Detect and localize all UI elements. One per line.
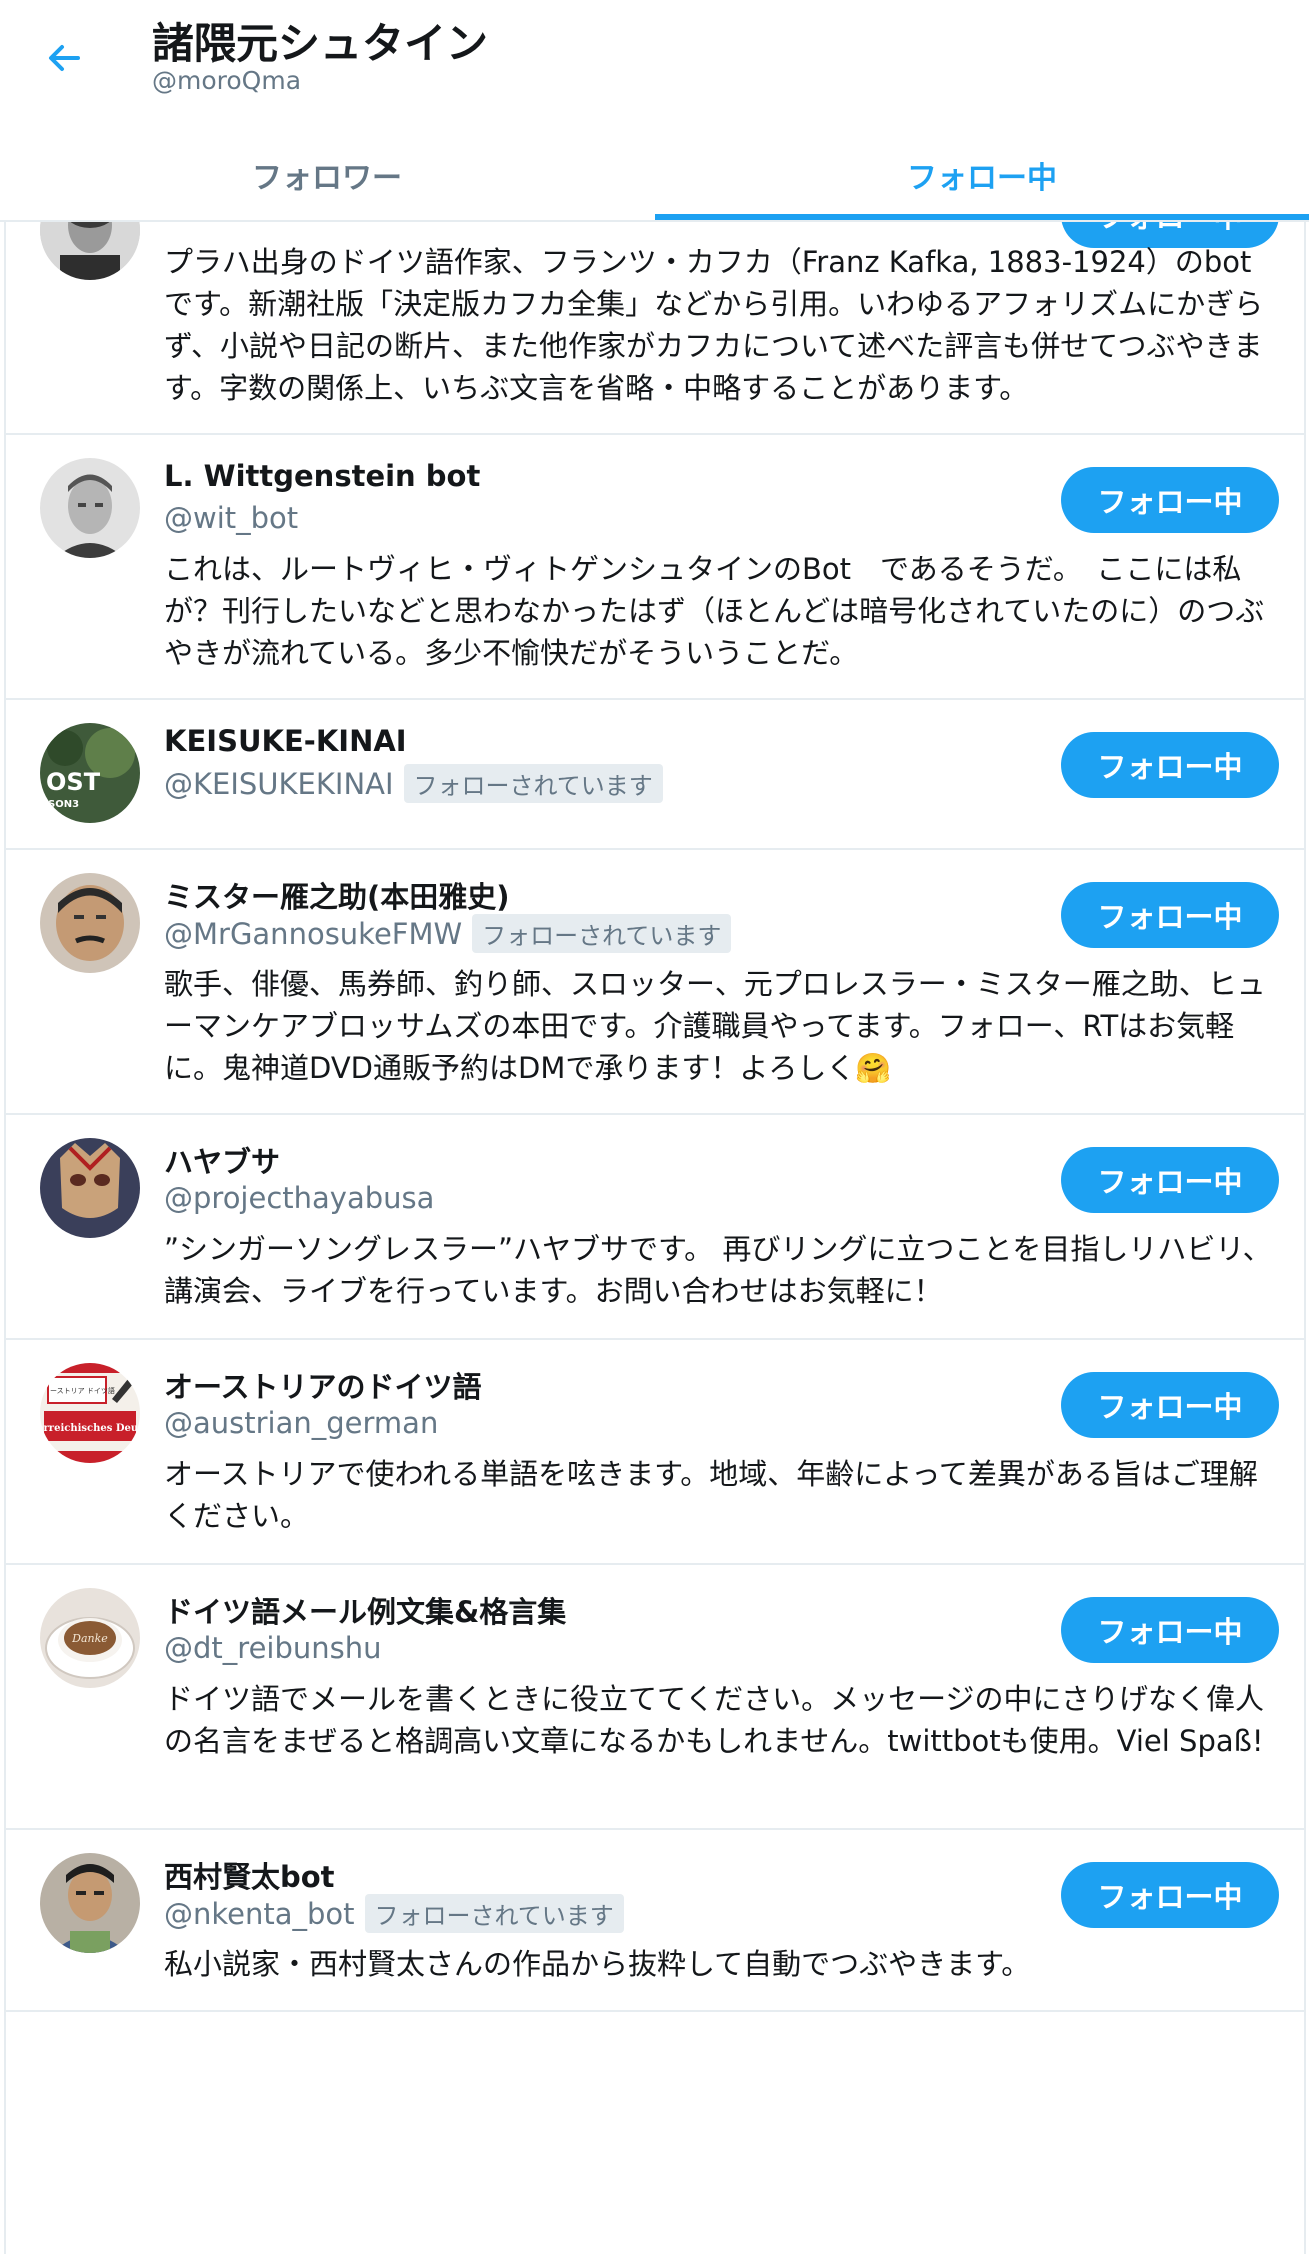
logo-text: Österreichisches Deutsch bbox=[40, 1421, 140, 1434]
avatar[interactable]: Danke bbox=[40, 1588, 140, 1688]
user-bio: ドイツ語でメールを書くときに役立ててください。メッセージの中にさりげなく偉人の名… bbox=[164, 1682, 1264, 1758]
profile-handle: @moroQma bbox=[152, 66, 302, 95]
user-name[interactable]: オーストリアのドイツ語 bbox=[164, 1364, 482, 1406]
user-handle: @wit_bot bbox=[164, 501, 299, 535]
following-button[interactable]: フォロー中 bbox=[1061, 732, 1279, 798]
portrait-image bbox=[40, 873, 140, 973]
user-name[interactable]: ドイツ語メール例文集&格言集 bbox=[164, 1589, 566, 1631]
logo-caption: ーストリア ドイツ語 bbox=[50, 1386, 115, 1395]
active-tab-indicator bbox=[655, 214, 1309, 220]
follows-you-badge: フォローされています bbox=[403, 764, 663, 803]
portrait-image bbox=[40, 1853, 140, 1953]
following-button[interactable]: フォロー中 bbox=[1061, 1862, 1279, 1928]
tab-following[interactable]: フォロー中 bbox=[655, 130, 1309, 220]
avatar[interactable] bbox=[40, 1138, 140, 1238]
user-bio: 私小説家・西村賢太さんの作品から抜粋して自動でつぶやきます。 bbox=[164, 1947, 1031, 1981]
list-item[interactable]: Danke ドイツ語メール例文集&格言集 @dt_reibunshu フォロー中… bbox=[6, 1565, 1304, 1830]
user-handle: @nkenta_bot bbox=[164, 1896, 355, 1931]
avatar[interactable]: ーストリア ドイツ語 Österreichisches Deutsch bbox=[40, 1363, 140, 1463]
user-bio: プラハ出身のドイツ語作家、フランツ・カフカ（Franz Kafka, 1883-… bbox=[164, 245, 1264, 405]
profile-name-title: 諸隈元シュタイン bbox=[152, 19, 489, 68]
portrait-image bbox=[40, 458, 140, 558]
list-item[interactable]: L. Wittgenstein bot @wit_bot フォロー中 これは、ル… bbox=[6, 435, 1304, 700]
following-button[interactable]: フォロー中 bbox=[1061, 882, 1279, 948]
tab-followers[interactable]: フォロワー bbox=[0, 130, 654, 220]
austrian-german-logo: ーストリア ドイツ語 Österreichisches Deutsch bbox=[40, 1363, 140, 1463]
latte-art-text: Danke bbox=[71, 1632, 108, 1645]
list-item[interactable]: OST SON3 KEISUKE-KINAI @KEISUKEKINAI フォロ… bbox=[6, 700, 1304, 850]
avatar[interactable] bbox=[40, 458, 140, 558]
user-handle: @dt_reibunshu bbox=[164, 1631, 382, 1665]
user-bio: 歌手、俳優、馬券師、釣り師、スロッター、元プロレスラー・ミスター雁之助、ヒューマ… bbox=[164, 967, 1266, 1085]
user-name[interactable]: ミスター雁之助(本田雅史) bbox=[164, 874, 510, 916]
masked-wrestler-image bbox=[40, 1138, 140, 1238]
user-bio: これは、ルートヴィヒ・ヴィトゲンシュタインのBot であるそうだ。 ここには私が… bbox=[164, 552, 1265, 670]
following-list: フォロー中 プラハ出身のドイツ語作家、フランツ・カフカ（Franz Kafka,… bbox=[4, 0, 1306, 2254]
user-handle: @MrGannosukeFMW bbox=[164, 916, 463, 951]
following-button[interactable]: フォロー中 bbox=[1061, 1147, 1279, 1213]
user-name[interactable]: ハヤブサ bbox=[164, 1139, 280, 1181]
list-item[interactable]: ーストリア ドイツ語 Österreichisches Deutsch オースト… bbox=[6, 1340, 1304, 1565]
list-item[interactable]: 西村賢太bot @nkenta_bot フォローされています フォロー中 私小説… bbox=[6, 1830, 1304, 2012]
avatar[interactable] bbox=[40, 1853, 140, 1953]
user-bio: ”シンガーソングレスラー”ハヤブサです。 再びリングに立つことを目指しリハビリ、… bbox=[164, 1232, 1272, 1308]
list-item[interactable]: ミスター雁之助(本田雅史) @MrGannosukeFMW フォローされています… bbox=[6, 850, 1304, 1115]
lost-poster-image: OST SON3 bbox=[40, 723, 140, 823]
avatar-text: OST bbox=[46, 768, 101, 796]
user-name[interactable]: 西村賢太bot bbox=[164, 1854, 335, 1896]
following-button[interactable]: フォロー中 bbox=[1061, 467, 1279, 533]
back-arrow-icon bbox=[49, 45, 80, 71]
user-bio: オーストリアで使われる単語を呟きます。地域、年齢によって差異がある旨はご理解くだ… bbox=[164, 1457, 1258, 1533]
avatar[interactable]: OST SON3 bbox=[40, 723, 140, 823]
avatar[interactable] bbox=[40, 873, 140, 973]
top-bar: 諸隈元シュタイン @moroQma フォロワー フォロー中 bbox=[0, 0, 1309, 222]
avatar-subtext: SON3 bbox=[48, 799, 79, 810]
user-handle: @projecthayabusa bbox=[164, 1181, 435, 1215]
follows-you-badge: フォローされています bbox=[364, 1894, 624, 1933]
user-handle: @austrian_german bbox=[164, 1406, 439, 1440]
list-item[interactable]: ハヤブサ @projecthayabusa フォロー中 ”シンガーソングレスラー… bbox=[6, 1115, 1304, 1340]
follows-you-badge: フォローされています bbox=[472, 914, 732, 953]
following-button[interactable]: フォロー中 bbox=[1061, 1597, 1279, 1663]
coffee-cup-image: Danke bbox=[40, 1588, 140, 1688]
following-button[interactable]: フォロー中 bbox=[1061, 1372, 1279, 1438]
back-button[interactable] bbox=[34, 28, 94, 88]
user-name[interactable]: L. Wittgenstein bot bbox=[164, 459, 480, 493]
user-handle: @KEISUKEKINAI bbox=[164, 766, 394, 801]
user-name[interactable]: KEISUKE-KINAI bbox=[164, 724, 407, 758]
